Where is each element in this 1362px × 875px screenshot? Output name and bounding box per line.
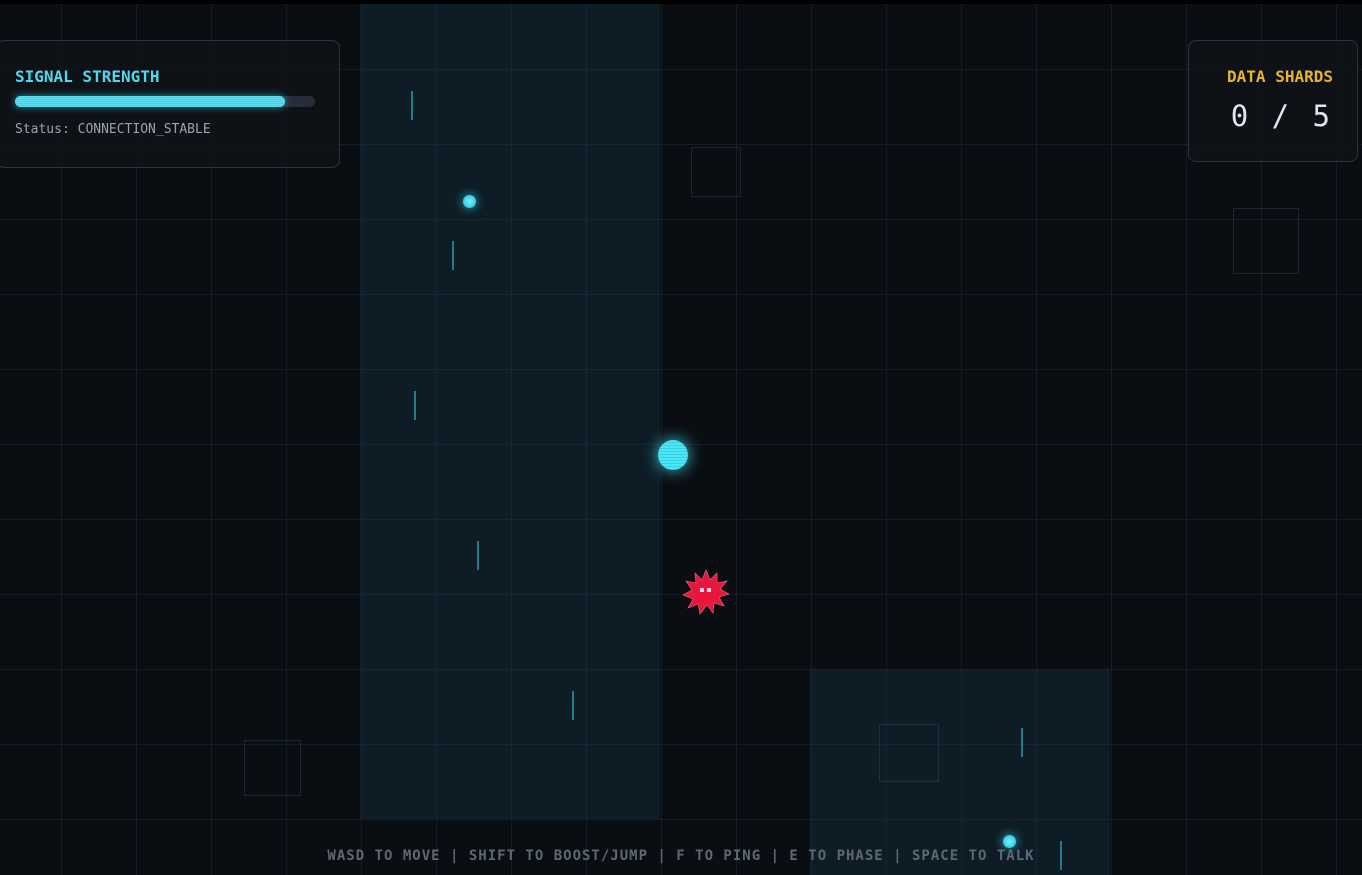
safe-zone [810,669,1110,875]
player-signal-orb [658,440,688,470]
obstacle-block [879,724,939,782]
controls-hint: WASD TO MOVE | SHIFT TO BOOST/JUMP | F T… [327,848,1035,864]
safe-zone [360,4,660,819]
data-shards-title: DATA SHARDS [1227,67,1333,86]
data-node [463,195,476,208]
data-stream [477,541,479,570]
obstacle-block [1233,208,1299,274]
data-stream [414,391,416,420]
signal-strength-panel: SIGNAL STRENGTH Status: CONNECTION_STABL… [0,40,340,168]
obstacle-block [691,147,741,197]
signal-strength-title: SIGNAL STRENGTH [15,67,160,86]
data-shards-panel: DATA SHARDS 0 / 5 [1188,40,1358,162]
data-stream [572,691,574,720]
data-node [1003,835,1016,848]
virus-enemy-eye [707,588,711,592]
obstacle-block [244,740,301,796]
data-stream [452,241,454,270]
connection-status: Status: CONNECTION_STABLE [15,122,211,137]
virus-enemy-body [682,569,730,615]
data-stream [411,91,413,120]
data-stream [1021,728,1023,757]
data-shards-count: 0 / 5 [1230,99,1333,133]
virus-enemy [682,569,730,615]
virus-enemy-eye [700,588,704,592]
signal-strength-fill [15,96,285,107]
signal-strength-bar [15,96,315,107]
